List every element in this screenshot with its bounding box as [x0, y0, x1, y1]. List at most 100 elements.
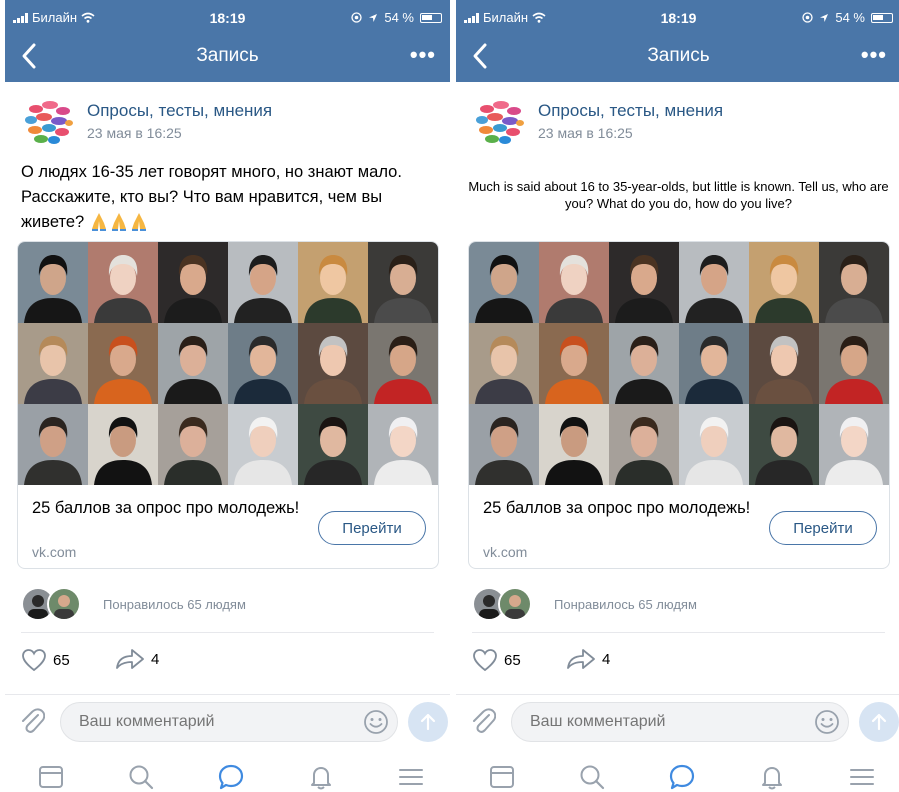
- portrait-photo: [88, 404, 158, 485]
- like-count: 65: [504, 651, 521, 669]
- share-button[interactable]: 4: [115, 648, 159, 670]
- bell-icon[interactable]: [307, 763, 335, 791]
- portrait-photo: [609, 404, 679, 485]
- card-title[interactable]: 25 баллов за опрос про молодежь!: [483, 497, 763, 519]
- portrait-photo: [609, 242, 679, 323]
- page-title: Запись: [196, 45, 259, 66]
- portrait-photo: [158, 404, 228, 485]
- comment-input[interactable]: [60, 702, 398, 742]
- phone-screen-right: Билайн 18:19 54 % Запись ••• Опросы, тес…: [456, 0, 899, 792]
- card-domain: vk.com: [483, 544, 528, 560]
- likers-row[interactable]: Понравилось 65 людям: [21, 587, 441, 623]
- portrait-photo: [228, 323, 298, 404]
- portrait-photo: [679, 323, 749, 404]
- group-logo[interactable]: [472, 95, 526, 149]
- group-name[interactable]: Опросы, тесты, мнения: [538, 101, 723, 121]
- app-header: Билайн 18:19 54 % Запись •••: [5, 0, 450, 82]
- bell-icon[interactable]: [758, 763, 786, 791]
- messages-tab-icon[interactable]: [668, 763, 696, 791]
- portrait-photo: [298, 404, 368, 485]
- status-right: 54 %: [351, 10, 442, 25]
- avatar: [47, 587, 81, 621]
- status-bar: Билайн 18:19 54 %: [5, 0, 450, 34]
- app-header: Билайн 18:19 54 % Запись •••: [456, 0, 899, 82]
- pray-emoji-row: [89, 213, 149, 231]
- portrait-photo: [18, 323, 88, 404]
- send-button[interactable]: [408, 702, 448, 742]
- portrait-photo: [228, 242, 298, 323]
- card-title[interactable]: 25 баллов за опрос про молодежь!: [32, 497, 312, 519]
- post-text-content: О людях 16-35 лет говорят много, но знаю…: [21, 163, 402, 231]
- tab-bar: [5, 749, 450, 792]
- portrait-photo: [228, 404, 298, 485]
- likers-row[interactable]: Понравилось 65 людям: [472, 587, 892, 623]
- go-button[interactable]: Перейти: [318, 511, 426, 545]
- heart-icon: [22, 649, 46, 672]
- portrait-photo: [368, 242, 438, 323]
- portrait-photo: [469, 242, 539, 323]
- like-button[interactable]: 65: [21, 648, 70, 672]
- link-card[interactable]: 25 баллов за опрос про молодежь! vk.com …: [468, 241, 890, 569]
- portrait-photo: [18, 242, 88, 323]
- search-tab-icon[interactable]: [578, 763, 606, 791]
- post-actions: 65 4: [472, 648, 772, 676]
- post-actions: 65 4: [21, 648, 321, 676]
- portrait-photo: [539, 242, 609, 323]
- portrait-photo: [539, 404, 609, 485]
- news-tab-icon[interactable]: [488, 763, 516, 791]
- more-icon[interactable]: •••: [861, 42, 887, 68]
- portrait-photo: [158, 242, 228, 323]
- arrow-up-icon: [871, 713, 887, 731]
- more-icon[interactable]: •••: [410, 42, 436, 68]
- link-card[interactable]: 25 баллов за опрос про молодежь! vk.com …: [17, 241, 439, 569]
- portrait-photo: [469, 404, 539, 485]
- battery-percent: 54 %: [835, 10, 865, 25]
- group-logo[interactable]: [21, 95, 75, 149]
- share-icon: [116, 649, 144, 669]
- status-bar: Билайн 18:19 54 %: [456, 0, 899, 34]
- location-arrow-icon: [369, 13, 378, 22]
- divider: [472, 632, 885, 633]
- comment-bar: [456, 695, 899, 749]
- location-lock-icon: [802, 12, 814, 23]
- news-tab-icon[interactable]: [37, 763, 65, 791]
- send-button[interactable]: [859, 702, 899, 742]
- location-lock-icon: [351, 12, 363, 23]
- paperclip-icon[interactable]: [470, 707, 496, 735]
- post-text-translation: Much is said about 16 to 35-year-olds, b…: [468, 179, 889, 211]
- portrait-photo: [819, 323, 889, 404]
- portrait-photo: [679, 242, 749, 323]
- group-name[interactable]: Опросы, тесты, мнения: [87, 101, 272, 121]
- portrait-photo: [18, 404, 88, 485]
- go-button[interactable]: Перейти: [769, 511, 877, 545]
- page-title: Запись: [647, 45, 710, 66]
- comment-input[interactable]: [511, 702, 849, 742]
- share-button[interactable]: 4: [566, 648, 610, 670]
- tab-bar: [456, 749, 899, 792]
- photo-grid: [18, 242, 438, 485]
- menu-icon[interactable]: [397, 763, 425, 791]
- portrait-photo: [469, 323, 539, 404]
- portrait-photo: [749, 323, 819, 404]
- smile-icon[interactable]: [814, 709, 840, 735]
- paperclip-icon[interactable]: [19, 707, 45, 735]
- menu-icon[interactable]: [848, 763, 876, 791]
- portrait-photo: [819, 404, 889, 485]
- smile-icon[interactable]: [363, 709, 389, 735]
- battery-icon: [871, 12, 893, 23]
- search-tab-icon[interactable]: [127, 763, 155, 791]
- portrait-photo: [679, 404, 749, 485]
- pray-emoji-icon: [111, 213, 126, 231]
- portrait-photo: [749, 404, 819, 485]
- like-count: 65: [53, 651, 70, 669]
- photo-grid: [469, 242, 889, 485]
- messages-tab-icon[interactable]: [217, 763, 245, 791]
- portrait-photo: [88, 242, 158, 323]
- likers-text[interactable]: Понравилось 65 людям: [554, 597, 697, 612]
- portrait-photo: [158, 323, 228, 404]
- post-header: Опросы, тесты, мнения 23 мая в 16:25: [472, 93, 892, 149]
- post-date: 23 мая в 16:25: [538, 125, 633, 141]
- status-right: 54 %: [802, 10, 893, 25]
- likers-text[interactable]: Понравилось 65 людям: [103, 597, 246, 612]
- like-button[interactable]: 65: [472, 648, 521, 672]
